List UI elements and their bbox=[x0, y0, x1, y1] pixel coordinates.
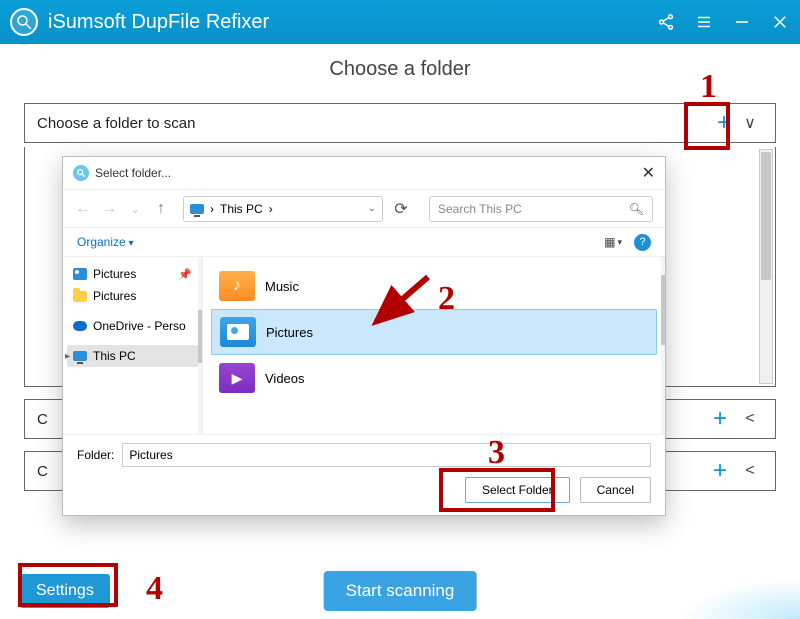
dialog-app-icon bbox=[73, 165, 89, 181]
navigation-pane: Pictures📌 Pictures OneDrive - Perso ▸ Th… bbox=[63, 257, 203, 434]
dialog-close-icon[interactable]: ✕ bbox=[642, 163, 655, 183]
dialog-titlebar: Select folder... ✕ bbox=[63, 157, 665, 189]
organize-menu[interactable]: Organize bbox=[77, 235, 134, 249]
pictures-icon bbox=[73, 268, 87, 280]
scan-folder-row: Choose a folder to scan + ∨ bbox=[24, 103, 776, 143]
nav-back-icon[interactable]: ← bbox=[75, 200, 91, 218]
onedrive-icon bbox=[73, 321, 87, 331]
title-bar: iSumsoft DupFile Refixer bbox=[0, 0, 800, 44]
search-icon: 🔍︎ bbox=[629, 202, 644, 216]
nav-scrollbar[interactable] bbox=[198, 257, 202, 434]
dialog-footer: Folder: Select Folder Cancel bbox=[63, 434, 665, 515]
nav-this-pc[interactable]: This PC bbox=[67, 345, 198, 367]
nav-up-icon[interactable]: ↑ bbox=[153, 200, 169, 218]
breadcrumb[interactable]: › This PC › ⌄ bbox=[183, 196, 383, 222]
search-input[interactable]: Search This PC 🔍︎ bbox=[429, 196, 653, 222]
nav-recent-icon[interactable]: ⌄ bbox=[127, 202, 143, 216]
app-logo-icon bbox=[10, 8, 38, 36]
folder-item-videos[interactable]: Videos bbox=[211, 355, 657, 401]
add-button-row2[interactable]: + bbox=[705, 405, 735, 433]
collapse-button-row3[interactable]: < bbox=[735, 462, 765, 480]
nav-expand-icon[interactable]: ▸ bbox=[65, 351, 70, 362]
breadcrumb-dropdown-icon[interactable]: ⌄ bbox=[368, 203, 376, 214]
pictures-folder-icon bbox=[220, 317, 256, 347]
minimize-icon[interactable] bbox=[732, 12, 752, 32]
content-pane: Music Pictures Videos bbox=[203, 257, 665, 434]
folder-item-music[interactable]: Music bbox=[211, 263, 657, 309]
cancel-button[interactable]: Cancel bbox=[580, 477, 651, 503]
view-mode-button[interactable]: ▦▾ bbox=[604, 235, 622, 249]
page-heading: Choose a folder bbox=[24, 58, 776, 81]
folder-name-input[interactable] bbox=[122, 443, 651, 467]
folder-icon bbox=[73, 291, 87, 302]
pin-icon: 📌 bbox=[178, 268, 192, 281]
pc-icon bbox=[190, 204, 204, 214]
close-icon[interactable] bbox=[770, 12, 790, 32]
nav-folder-pictures[interactable]: Pictures bbox=[67, 285, 198, 307]
dialog-title: Select folder... bbox=[95, 166, 171, 180]
add-folder-button[interactable]: + bbox=[713, 111, 735, 135]
pc-icon bbox=[73, 351, 87, 361]
search-placeholder: Search This PC bbox=[438, 202, 522, 216]
collapse-button-row2[interactable]: < bbox=[735, 410, 765, 428]
nav-quick-pictures[interactable]: Pictures📌 bbox=[67, 263, 198, 285]
start-scanning-button[interactable]: Start scanning bbox=[324, 571, 477, 611]
settings-button[interactable]: Settings bbox=[20, 574, 110, 608]
scrollbar[interactable] bbox=[759, 149, 773, 384]
app-title: iSumsoft DupFile Refixer bbox=[48, 11, 656, 34]
expand-folder-button[interactable]: ∨ bbox=[735, 113, 765, 133]
breadcrumb-location: This PC bbox=[220, 202, 263, 216]
dialog-toolbar: Organize ▦▾ ? bbox=[63, 227, 665, 257]
nav-forward-icon[interactable]: → bbox=[101, 200, 117, 218]
folder-field-label: Folder: bbox=[77, 448, 114, 462]
select-folder-dialog: Select folder... ✕ ← → ⌄ ↑ › This PC › ⌄… bbox=[62, 156, 666, 516]
content-scrollbar[interactable] bbox=[661, 257, 665, 434]
menu-icon[interactable] bbox=[694, 12, 714, 32]
share-icon[interactable] bbox=[656, 12, 676, 32]
dialog-nav-bar: ← → ⌄ ↑ › This PC › ⌄ ⟳ Search This PC 🔍… bbox=[63, 189, 665, 227]
select-folder-button[interactable]: Select Folder bbox=[465, 477, 570, 503]
videos-folder-icon bbox=[219, 363, 255, 393]
add-button-row3[interactable]: + bbox=[705, 457, 735, 485]
music-folder-icon bbox=[219, 271, 255, 301]
bottom-bar: Settings Start scanning bbox=[0, 563, 800, 619]
refresh-icon[interactable]: ⟳ bbox=[393, 199, 409, 219]
help-button[interactable]: ? bbox=[634, 234, 651, 251]
scan-folder-label: Choose a folder to scan bbox=[37, 115, 713, 132]
nav-onedrive[interactable]: OneDrive - Perso bbox=[67, 315, 198, 337]
decorative-gradient bbox=[680, 579, 800, 619]
folder-item-pictures[interactable]: Pictures bbox=[211, 309, 657, 355]
